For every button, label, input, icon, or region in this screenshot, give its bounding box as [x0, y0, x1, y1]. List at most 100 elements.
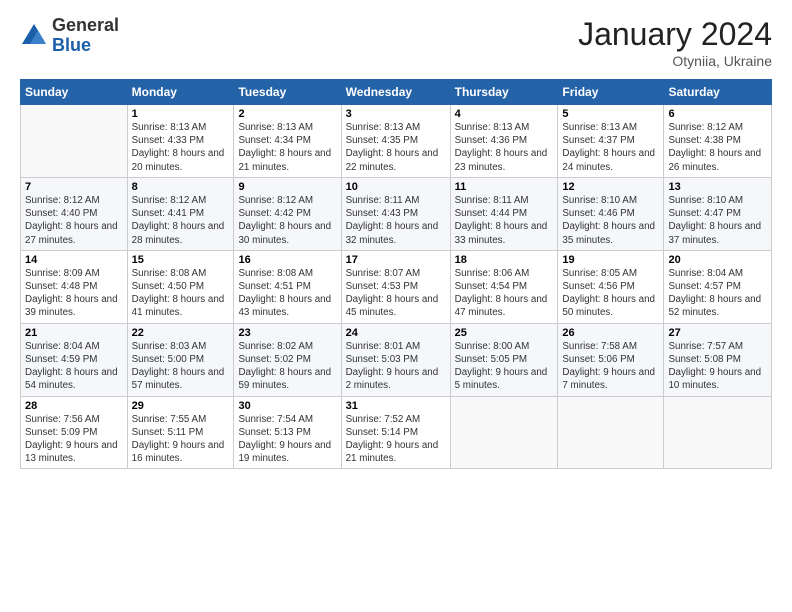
daylight-text: Daylight: 8 hours and 39 minutes.: [25, 294, 118, 318]
calendar-cell: 17Sunrise: 8:07 AMSunset: 4:53 PMDayligh…: [341, 250, 450, 323]
sunrise-text: Sunrise: 7:57 AM: [668, 341, 743, 352]
sunrise-text: Sunrise: 8:09 AM: [25, 268, 100, 279]
daylight-text: Daylight: 8 hours and 21 minutes.: [238, 148, 331, 172]
sunrise-text: Sunrise: 7:52 AM: [346, 414, 421, 425]
calendar-cell: [21, 105, 128, 178]
sunrise-text: Sunrise: 8:02 AM: [238, 341, 313, 352]
day-number: 16: [238, 254, 336, 266]
daylight-text: Daylight: 8 hours and 24 minutes.: [562, 148, 655, 172]
sunrise-text: Sunrise: 8:13 AM: [238, 122, 313, 133]
day-info: Sunrise: 8:12 AMSunset: 4:38 PMDaylight:…: [668, 121, 767, 174]
calendar-cell: 22Sunrise: 8:03 AMSunset: 5:00 PMDayligh…: [127, 323, 234, 396]
day-info: Sunrise: 8:12 AMSunset: 4:41 PMDaylight:…: [132, 194, 230, 247]
col-friday: Friday: [558, 80, 664, 105]
sunset-text: Sunset: 4:59 PM: [25, 354, 97, 365]
day-number: 6: [668, 108, 767, 120]
calendar-cell: 27Sunrise: 7:57 AMSunset: 5:08 PMDayligh…: [664, 323, 772, 396]
sunset-text: Sunset: 5:06 PM: [562, 354, 634, 365]
calendar-cell: [450, 396, 558, 469]
daylight-text: Daylight: 8 hours and 20 minutes.: [132, 148, 225, 172]
day-number: 29: [132, 400, 230, 412]
week-row-1: 1Sunrise: 8:13 AMSunset: 4:33 PMDaylight…: [21, 105, 772, 178]
logo: General Blue: [20, 16, 119, 56]
day-info: Sunrise: 8:01 AMSunset: 5:03 PMDaylight:…: [346, 340, 446, 393]
calendar-cell: [558, 396, 664, 469]
day-info: Sunrise: 8:11 AM Sunset: 4:44 PM Daylight:…: [455, 194, 554, 247]
daylight-text: Daylight: 8 hours and 27 minutes.: [25, 221, 118, 245]
sunset-text: Sunset: 4:40 PM: [25, 208, 97, 219]
day-info: Sunrise: 8:04 AMSunset: 4:57 PMDaylight:…: [668, 267, 767, 320]
sunrise-text: Sunrise: 8:13 AM: [132, 122, 207, 133]
calendar-cell: 3Sunrise: 8:13 AMSunset: 4:35 PMDaylight…: [341, 105, 450, 178]
sunrise-text: Sunrise: 8:11 AM: [346, 195, 420, 206]
sunset-text: Sunset: 4:41 PM: [132, 208, 204, 219]
sunset-text: Sunset: 4:50 PM: [132, 281, 204, 292]
calendar-cell: 2Sunrise: 8:13 AMSunset: 4:34 PMDaylight…: [234, 105, 341, 178]
sunset-text: Sunset: 4:56 PM: [562, 281, 634, 292]
sunset-text: Sunset: 4:44 PM: [455, 208, 527, 219]
week-row-4: 21Sunrise: 8:04 AMSunset: 4:59 PMDayligh…: [21, 323, 772, 396]
sunrise-text: Sunrise: 8:12 AM: [238, 195, 313, 206]
calendar-cell: 28Sunrise: 7:56 AMSunset: 5:09 PMDayligh…: [21, 396, 128, 469]
calendar-cell: 12Sunrise: 8:10 AMSunset: 4:46 PMDayligh…: [558, 177, 664, 250]
sunset-text: Sunset: 5:11 PM: [132, 427, 204, 438]
day-info: Sunrise: 7:57 AMSunset: 5:08 PMDaylight:…: [668, 340, 767, 393]
day-info: Sunrise: 8:00 AMSunset: 5:05 PMDaylight:…: [455, 340, 554, 393]
daylight-text: Daylight: 9 hours and 7 minutes.: [562, 367, 655, 391]
day-info: Sunrise: 8:12 AM Sunset: 4:40 PM Daylight:…: [25, 194, 123, 247]
day-info: Sunrise: 8:13 AMSunset: 4:34 PMDaylight:…: [238, 121, 336, 174]
daylight-text: Daylight: 9 hours and 10 minutes.: [668, 367, 761, 391]
daylight-text: Daylight: 8 hours and 33 minutes.: [455, 221, 548, 245]
day-info: Sunrise: 8:06 AMSunset: 4:54 PMDaylight:…: [455, 267, 554, 320]
sunset-text: Sunset: 4:35 PM: [346, 135, 418, 146]
day-info: Sunrise: 8:08 AMSunset: 4:50 PMDaylight:…: [132, 267, 230, 320]
day-info: Sunrise: 8:11 AMSunset: 4:43 PMDaylight:…: [346, 194, 446, 247]
sunset-text: Sunset: 5:14 PM: [346, 427, 418, 438]
header: General Blue January 2024 Otyniia, Ukrai…: [20, 16, 772, 69]
sunset-text: Sunset: 4:37 PM: [562, 135, 634, 146]
sunrise-text: Sunrise: 8:13 AM: [562, 122, 637, 133]
day-number: 10: [346, 181, 446, 193]
day-info: Sunrise: 8:03 AMSunset: 5:00 PMDaylight:…: [132, 340, 230, 393]
daylight-text: Daylight: 8 hours and 52 minutes.: [668, 294, 761, 318]
day-number: 13: [668, 181, 767, 193]
day-number: 12: [562, 181, 659, 193]
col-monday: Monday: [127, 80, 234, 105]
daylight-text: Daylight: 9 hours and 16 minutes.: [132, 440, 225, 464]
calendar-cell: 6Sunrise: 8:12 AMSunset: 4:38 PMDaylight…: [664, 105, 772, 178]
sunrise-text: Sunrise: 8:13 AM: [346, 122, 421, 133]
sunset-text: Sunset: 4:43 PM: [346, 208, 418, 219]
daylight-text: Daylight: 8 hours and 35 minutes.: [562, 221, 655, 245]
sunrise-text: Sunrise: 8:12 AM: [25, 195, 100, 206]
day-number: 28: [25, 400, 123, 412]
calendar-cell: 1Sunrise: 8:13 AMSunset: 4:33 PMDaylight…: [127, 105, 234, 178]
daylight-text: Daylight: 9 hours and 5 minutes.: [455, 367, 548, 391]
sunrise-text: Sunrise: 8:10 AM: [668, 195, 743, 206]
sunset-text: Sunset: 5:09 PM: [25, 427, 97, 438]
day-info: Sunrise: 8:13 AMSunset: 4:36 PMDaylight:…: [455, 121, 554, 174]
day-number: 3: [346, 108, 446, 120]
calendar-cell: 24Sunrise: 8:01 AMSunset: 5:03 PMDayligh…: [341, 323, 450, 396]
calendar-cell: 18Sunrise: 8:06 AMSunset: 4:54 PMDayligh…: [450, 250, 558, 323]
week-row-5: 28Sunrise: 7:56 AMSunset: 5:09 PMDayligh…: [21, 396, 772, 469]
day-number: 9: [238, 181, 336, 193]
calendar-cell: 14Sunrise: 8:09 AMSunset: 4:48 PMDayligh…: [21, 250, 128, 323]
sunrise-text: Sunrise: 8:08 AM: [132, 268, 207, 279]
col-thursday: Thursday: [450, 80, 558, 105]
daylight-text: Daylight: 9 hours and 19 minutes.: [238, 440, 331, 464]
sunset-text: Sunset: 4:51 PM: [238, 281, 310, 292]
sunset-text: Sunset: 5:05 PM: [455, 354, 527, 365]
day-number: 30: [238, 400, 336, 412]
sunrise-text: Sunrise: 8:04 AM: [668, 268, 743, 279]
day-number: 19: [562, 254, 659, 266]
location: Otyniia, Ukraine: [578, 53, 772, 69]
day-info: Sunrise: 8:02 AMSunset: 5:02 PMDaylight:…: [238, 340, 336, 393]
day-info: Sunrise: 8:05 AMSunset: 4:56 PMDaylight:…: [562, 267, 659, 320]
day-info: Sunrise: 8:13 AMSunset: 4:35 PMDaylight:…: [346, 121, 446, 174]
col-tuesday: Tuesday: [234, 80, 341, 105]
day-number: 24: [346, 327, 446, 339]
sunrise-text: Sunrise: 7:58 AM: [562, 341, 637, 352]
sunrise-text: Sunrise: 8:11 AM: [455, 195, 529, 206]
day-info: Sunrise: 8:10 AMSunset: 4:46 PMDaylight:…: [562, 194, 659, 247]
calendar-cell: 5Sunrise: 8:13 AMSunset: 4:37 PMDaylight…: [558, 105, 664, 178]
